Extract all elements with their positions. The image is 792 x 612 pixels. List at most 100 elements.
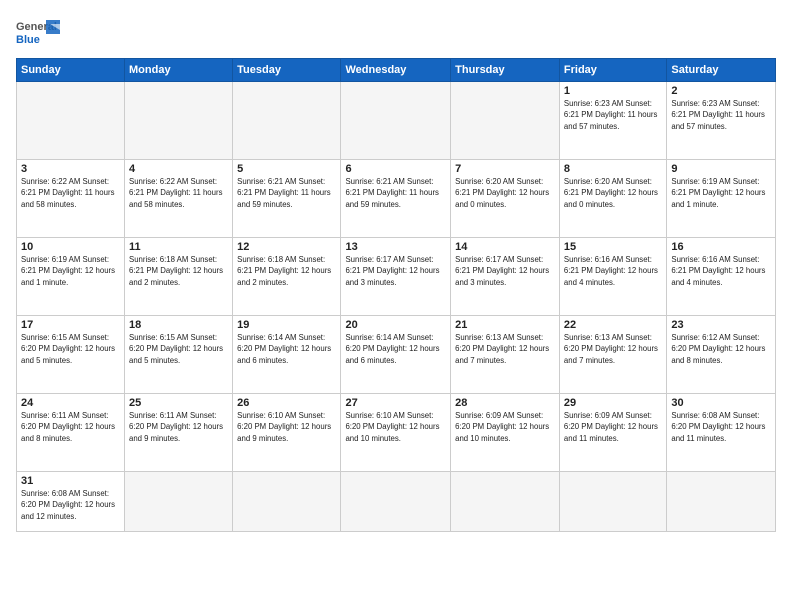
day-number: 26 [237,397,336,409]
day-info: Sunrise: 6:18 AM Sunset: 6:21 PM Dayligh… [237,254,336,288]
day-info: Sunrise: 6:11 AM Sunset: 6:20 PM Dayligh… [21,410,120,444]
day-cell: 10Sunrise: 6:19 AM Sunset: 6:21 PM Dayli… [17,238,125,316]
day-cell: 14Sunrise: 6:17 AM Sunset: 6:21 PM Dayli… [451,238,560,316]
day-cell: 18Sunrise: 6:15 AM Sunset: 6:20 PM Dayli… [125,316,233,394]
day-cell [341,472,451,532]
day-info: Sunrise: 6:09 AM Sunset: 6:20 PM Dayligh… [564,410,662,444]
logo: General Blue [16,16,64,52]
day-cell [451,82,560,160]
day-number: 19 [237,319,336,331]
day-cell [341,82,451,160]
day-info: Sunrise: 6:22 AM Sunset: 6:21 PM Dayligh… [129,176,228,210]
day-info: Sunrise: 6:10 AM Sunset: 6:20 PM Dayligh… [345,410,446,444]
weekday-header-row: SundayMondayTuesdayWednesdayThursdayFrid… [17,59,776,82]
day-info: Sunrise: 6:22 AM Sunset: 6:21 PM Dayligh… [21,176,120,210]
day-cell [559,472,666,532]
day-number: 8 [564,163,662,175]
day-info: Sunrise: 6:11 AM Sunset: 6:20 PM Dayligh… [129,410,228,444]
day-number: 30 [671,397,771,409]
day-number: 17 [21,319,120,331]
day-number: 31 [21,475,120,487]
day-number: 29 [564,397,662,409]
weekday-header-wednesday: Wednesday [341,59,451,82]
day-number: 3 [21,163,120,175]
day-cell [125,82,233,160]
day-info: Sunrise: 6:14 AM Sunset: 6:20 PM Dayligh… [237,332,336,366]
day-cell: 30Sunrise: 6:08 AM Sunset: 6:20 PM Dayli… [667,394,776,472]
page: General Blue SundayMondayTuesdayWednesda… [0,0,792,612]
day-cell: 8Sunrise: 6:20 AM Sunset: 6:21 PM Daylig… [559,160,666,238]
day-cell: 1Sunrise: 6:23 AM Sunset: 6:21 PM Daylig… [559,82,666,160]
weekday-header-saturday: Saturday [667,59,776,82]
day-cell: 9Sunrise: 6:19 AM Sunset: 6:21 PM Daylig… [667,160,776,238]
week-row-5: 31Sunrise: 6:08 AM Sunset: 6:20 PM Dayli… [17,472,776,532]
week-row-4: 24Sunrise: 6:11 AM Sunset: 6:20 PM Dayli… [17,394,776,472]
day-cell [17,82,125,160]
day-cell: 26Sunrise: 6:10 AM Sunset: 6:20 PM Dayli… [233,394,341,472]
day-info: Sunrise: 6:10 AM Sunset: 6:20 PM Dayligh… [237,410,336,444]
day-info: Sunrise: 6:12 AM Sunset: 6:20 PM Dayligh… [671,332,771,366]
day-cell [233,82,341,160]
day-info: Sunrise: 6:20 AM Sunset: 6:21 PM Dayligh… [564,176,662,210]
day-info: Sunrise: 6:21 AM Sunset: 6:21 PM Dayligh… [237,176,336,210]
day-info: Sunrise: 6:16 AM Sunset: 6:21 PM Dayligh… [564,254,662,288]
day-cell [451,472,560,532]
week-row-1: 3Sunrise: 6:22 AM Sunset: 6:21 PM Daylig… [17,160,776,238]
day-info: Sunrise: 6:15 AM Sunset: 6:20 PM Dayligh… [21,332,120,366]
day-info: Sunrise: 6:19 AM Sunset: 6:21 PM Dayligh… [671,176,771,210]
weekday-header-sunday: Sunday [17,59,125,82]
day-cell: 12Sunrise: 6:18 AM Sunset: 6:21 PM Dayli… [233,238,341,316]
day-cell: 11Sunrise: 6:18 AM Sunset: 6:21 PM Dayli… [125,238,233,316]
day-cell: 2Sunrise: 6:23 AM Sunset: 6:21 PM Daylig… [667,82,776,160]
day-info: Sunrise: 6:23 AM Sunset: 6:21 PM Dayligh… [671,98,771,132]
day-number: 6 [345,163,446,175]
day-cell: 17Sunrise: 6:15 AM Sunset: 6:20 PM Dayli… [17,316,125,394]
day-cell: 6Sunrise: 6:21 AM Sunset: 6:21 PM Daylig… [341,160,451,238]
day-number: 24 [21,397,120,409]
day-number: 9 [671,163,771,175]
day-number: 14 [455,241,555,253]
day-cell: 16Sunrise: 6:16 AM Sunset: 6:21 PM Dayli… [667,238,776,316]
day-cell: 31Sunrise: 6:08 AM Sunset: 6:20 PM Dayli… [17,472,125,532]
day-number: 1 [564,85,662,97]
calendar: SundayMondayTuesdayWednesdayThursdayFrid… [16,58,776,532]
day-info: Sunrise: 6:13 AM Sunset: 6:20 PM Dayligh… [455,332,555,366]
day-cell: 28Sunrise: 6:09 AM Sunset: 6:20 PM Dayli… [451,394,560,472]
day-info: Sunrise: 6:18 AM Sunset: 6:21 PM Dayligh… [129,254,228,288]
week-row-3: 17Sunrise: 6:15 AM Sunset: 6:20 PM Dayli… [17,316,776,394]
day-number: 20 [345,319,446,331]
day-number: 28 [455,397,555,409]
day-number: 4 [129,163,228,175]
day-info: Sunrise: 6:20 AM Sunset: 6:21 PM Dayligh… [455,176,555,210]
day-cell: 25Sunrise: 6:11 AM Sunset: 6:20 PM Dayli… [125,394,233,472]
day-number: 7 [455,163,555,175]
weekday-header-thursday: Thursday [451,59,560,82]
weekday-header-friday: Friday [559,59,666,82]
header: General Blue [16,12,776,52]
logo-icon: General Blue [16,16,60,52]
day-cell [667,472,776,532]
day-cell: 19Sunrise: 6:14 AM Sunset: 6:20 PM Dayli… [233,316,341,394]
day-number: 12 [237,241,336,253]
day-cell: 21Sunrise: 6:13 AM Sunset: 6:20 PM Dayli… [451,316,560,394]
day-info: Sunrise: 6:15 AM Sunset: 6:20 PM Dayligh… [129,332,228,366]
day-cell: 3Sunrise: 6:22 AM Sunset: 6:21 PM Daylig… [17,160,125,238]
day-number: 5 [237,163,336,175]
day-info: Sunrise: 6:08 AM Sunset: 6:20 PM Dayligh… [21,488,120,522]
day-number: 25 [129,397,228,409]
day-cell: 22Sunrise: 6:13 AM Sunset: 6:20 PM Dayli… [559,316,666,394]
day-number: 13 [345,241,446,253]
day-number: 27 [345,397,446,409]
day-info: Sunrise: 6:17 AM Sunset: 6:21 PM Dayligh… [345,254,446,288]
weekday-header-tuesday: Tuesday [233,59,341,82]
week-row-0: 1 Sunrise: 6:23 AM Sunset: 6:21 PM Daylig… [17,82,776,160]
week-row-2: 10Sunrise: 6:19 AM Sunset: 6:21 PM Dayli… [17,238,776,316]
day-cell: 7Sunrise: 6:20 AM Sunset: 6:21 PM Daylig… [451,160,560,238]
day-info: Sunrise: 6:13 AM Sunset: 6:20 PM Dayligh… [564,332,662,366]
day-cell: 15Sunrise: 6:16 AM Sunset: 6:21 PM Dayli… [559,238,666,316]
day-number: 2 [671,85,771,97]
day-number: 22 [564,319,662,331]
day-cell: 4Sunrise: 6:22 AM Sunset: 6:21 PM Daylig… [125,160,233,238]
day-info: Sunrise: 6:09 AM Sunset: 6:20 PM Dayligh… [455,410,555,444]
day-cell: 5Sunrise: 6:21 AM Sunset: 6:21 PM Daylig… [233,160,341,238]
